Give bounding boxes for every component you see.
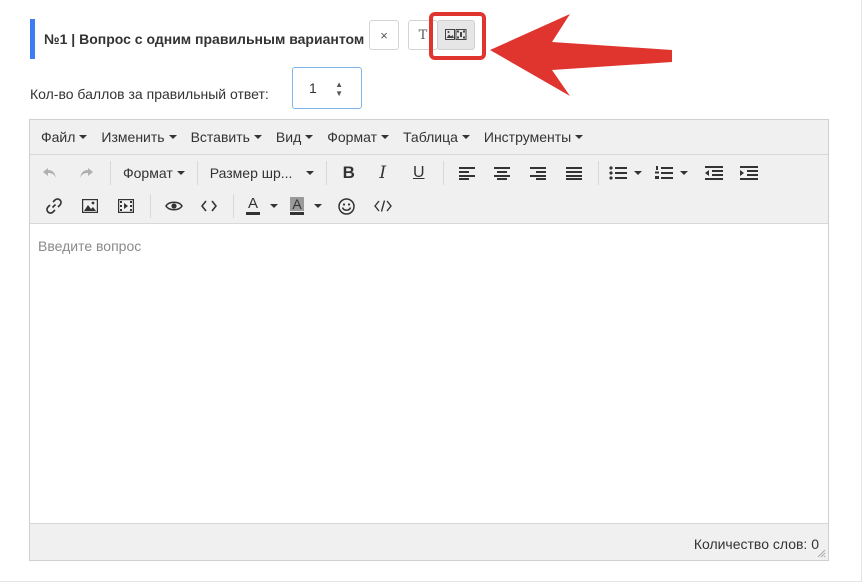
chevron-down-icon bbox=[305, 171, 314, 175]
outdent-button[interactable] bbox=[697, 158, 731, 188]
undo-icon bbox=[43, 168, 56, 178]
question-placeholder: Введите вопрос bbox=[38, 238, 142, 254]
redo-button[interactable] bbox=[68, 158, 104, 188]
chevron-down-icon bbox=[575, 135, 584, 139]
preview-icon bbox=[165, 201, 183, 211]
chevron-down-icon bbox=[168, 135, 177, 139]
close-icon: × bbox=[380, 27, 388, 43]
align-justify-button[interactable] bbox=[556, 158, 592, 188]
underline-button[interactable]: U bbox=[401, 158, 437, 188]
bullet-list-icon bbox=[609, 166, 628, 180]
chevron-down-icon bbox=[305, 135, 314, 139]
toolbar-separator bbox=[110, 161, 111, 185]
menu-edit[interactable]: Изменить bbox=[101, 129, 177, 145]
source-code-icon bbox=[374, 200, 392, 212]
underline-icon: U bbox=[412, 164, 425, 181]
insert-image-button[interactable] bbox=[72, 191, 108, 221]
emoticons-button[interactable] bbox=[328, 191, 364, 221]
background-color-button[interactable]: A bbox=[284, 191, 328, 221]
menu-format[interactable]: Формат bbox=[327, 129, 389, 145]
align-center-icon bbox=[493, 167, 510, 180]
chevron-down-icon bbox=[253, 135, 262, 139]
code-icon bbox=[201, 200, 217, 212]
editor-statusbar: Количество слов: 0 bbox=[30, 523, 828, 560]
chevron-down-icon bbox=[314, 204, 322, 208]
italic-icon: I bbox=[379, 163, 387, 183]
chevron-down-icon bbox=[634, 171, 643, 175]
toolbar-separator bbox=[150, 194, 151, 218]
points-value: 1 bbox=[309, 80, 317, 96]
toolbar-separator bbox=[442, 161, 444, 185]
toolbar-row-2: A A bbox=[30, 190, 402, 222]
menu-view[interactable]: Вид bbox=[276, 129, 314, 145]
outdent-icon bbox=[704, 166, 723, 180]
align-center-button[interactable] bbox=[484, 158, 520, 188]
word-count: Количество слов: 0 bbox=[693, 536, 819, 552]
stepper-down-icon[interactable]: ▼ bbox=[335, 89, 343, 98]
image-icon bbox=[82, 199, 98, 213]
numbered-list-button[interactable] bbox=[647, 158, 697, 188]
emoticons-icon bbox=[337, 197, 355, 215]
toolbar-separator bbox=[233, 194, 234, 218]
toolbar-separator bbox=[196, 161, 198, 185]
stepper-up-icon[interactable]: ▲ bbox=[335, 80, 343, 89]
align-right-icon bbox=[529, 167, 546, 180]
toolbar-separator bbox=[325, 161, 327, 185]
undo-button[interactable] bbox=[32, 158, 68, 188]
chevron-down-icon bbox=[380, 135, 389, 139]
editor-content-area[interactable]: Введите вопрос bbox=[30, 224, 828, 524]
arrow-pointer-icon bbox=[490, 14, 672, 96]
chevron-down-icon bbox=[461, 135, 470, 139]
menu-file[interactable]: Файл bbox=[41, 129, 88, 145]
points-input[interactable]: 1 ▲ ▼ bbox=[292, 67, 362, 109]
chevron-down-icon bbox=[176, 171, 185, 175]
chevron-down-icon bbox=[680, 171, 689, 175]
indent-icon bbox=[739, 166, 758, 180]
question-accent-bar bbox=[30, 19, 35, 59]
chevron-down-icon bbox=[270, 204, 278, 208]
resize-handle-icon[interactable] bbox=[817, 549, 826, 558]
chevron-down-icon bbox=[79, 135, 88, 139]
menu-tools[interactable]: Инструменты bbox=[484, 129, 584, 145]
format-dropdown[interactable]: Формат bbox=[117, 158, 191, 188]
toolbar-row-1: Формат Размер шр... B I U bbox=[30, 157, 767, 189]
link-button[interactable] bbox=[36, 191, 72, 221]
indent-button[interactable] bbox=[731, 158, 767, 188]
bold-icon: B bbox=[342, 163, 355, 182]
source-code-button[interactable] bbox=[364, 191, 402, 221]
rich-text-editor: Файл Изменить Вставить Вид Формат Таблиц… bbox=[29, 119, 829, 561]
align-right-button[interactable] bbox=[520, 158, 556, 188]
text-icon: T bbox=[418, 27, 428, 43]
align-justify-icon bbox=[565, 167, 582, 180]
highlight-box bbox=[429, 12, 486, 60]
editor-toolbar: Формат Размер шр... B I U A A bbox=[30, 155, 828, 224]
menu-insert[interactable]: Вставить bbox=[191, 129, 262, 145]
points-stepper[interactable]: ▲ ▼ bbox=[335, 80, 343, 98]
link-icon bbox=[46, 198, 62, 214]
editor-menubar: Файл Изменить Вставить Вид Формат Таблиц… bbox=[30, 120, 828, 155]
text-color-button[interactable]: A bbox=[240, 191, 284, 221]
numbered-list-icon bbox=[655, 166, 674, 179]
italic-button[interactable]: I bbox=[365, 158, 401, 188]
toolbar-separator bbox=[597, 161, 599, 185]
media-icon bbox=[118, 199, 134, 213]
background-color-icon: A bbox=[290, 197, 304, 215]
insert-media-button[interactable] bbox=[108, 191, 144, 221]
bold-button[interactable]: B bbox=[333, 158, 365, 188]
redo-icon bbox=[80, 168, 93, 178]
bullet-list-button[interactable] bbox=[605, 158, 647, 188]
preview-button[interactable] bbox=[157, 191, 191, 221]
align-left-icon bbox=[458, 167, 475, 180]
text-color-icon: A bbox=[246, 196, 260, 215]
code-button[interactable] bbox=[191, 191, 227, 221]
font-size-dropdown[interactable]: Размер шр... bbox=[204, 158, 320, 188]
points-label: Кол-во баллов за правильный ответ: bbox=[30, 86, 269, 102]
menu-table[interactable]: Таблица bbox=[403, 129, 470, 145]
align-left-button[interactable] bbox=[450, 158, 484, 188]
delete-question-button[interactable]: × bbox=[369, 20, 399, 50]
question-header: №1 | Вопрос с одним правильным вариантом bbox=[30, 19, 364, 59]
question-title: №1 | Вопрос с одним правильным вариантом bbox=[44, 31, 365, 47]
